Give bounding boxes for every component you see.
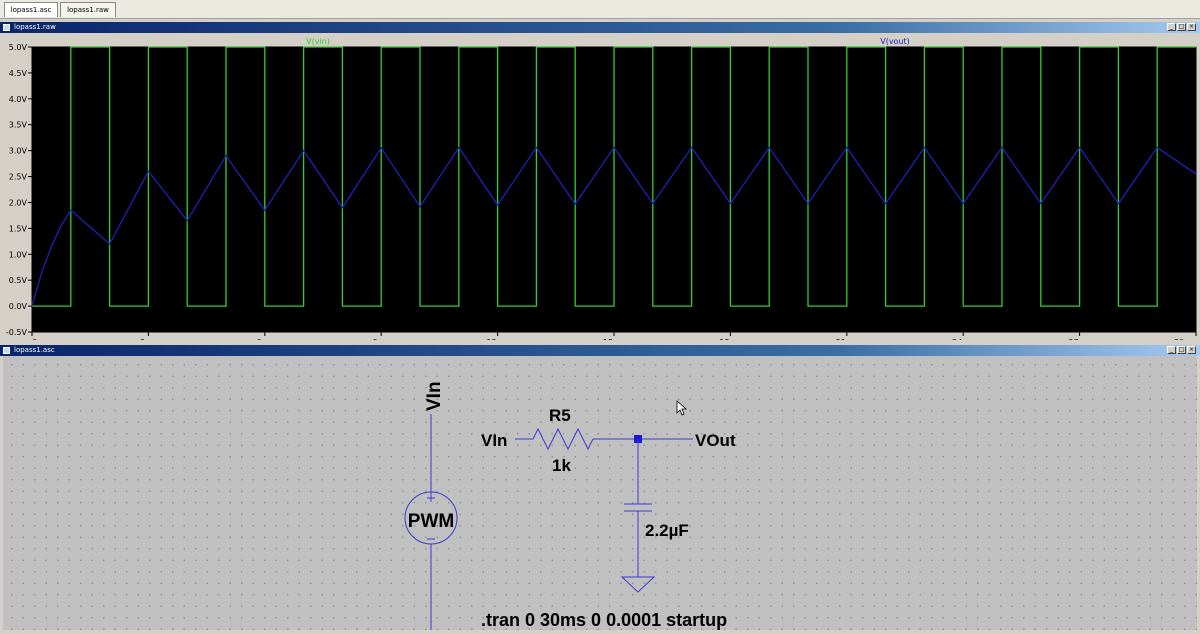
waveform-window-title: lopass1.raw <box>14 23 56 31</box>
schematic-window: lopass1.asc _ □ × VIn PWM VIn R5 1k VOut… <box>0 345 1200 630</box>
x-tick-label: 30ms <box>1174 338 1196 340</box>
net-label-vin[interactable]: VIn <box>481 431 507 450</box>
waveform-plot-area[interactable]: 5.0V 4.5V 4.0V 3.5V 3.0V 2.5V 2.0V 1.5V 1.0V 0.5V… <box>0 33 1200 347</box>
restore-button[interactable]: □ <box>1177 346 1186 354</box>
x-tick-label: 6ms <box>256 338 273 340</box>
x-tick-label: 0ms <box>32 338 49 340</box>
x-tick-label: 15ms <box>603 338 625 340</box>
y-tick-label: 2.0V <box>9 198 28 207</box>
mouse-cursor-icon <box>676 400 688 416</box>
minimize-button[interactable]: _ <box>1167 346 1176 354</box>
resistor-r5[interactable] <box>532 427 594 451</box>
resistor-name-label[interactable]: R5 <box>549 406 571 425</box>
schematic-drawing[interactable]: VIn PWM VIn R5 1k VOut 2.2µF .tran 0 30m… <box>3 356 1197 630</box>
schematic-window-title: lopass1.asc <box>14 346 55 354</box>
net-label-vin-top[interactable]: VIn <box>424 381 445 411</box>
y-tick-label: 4.0V <box>9 95 28 104</box>
x-tick-label: 24ms <box>952 338 974 340</box>
capacitor-c1[interactable] <box>624 503 652 512</box>
y-tick-label: 1.5V <box>9 224 28 233</box>
y-tick-label: -0.5V <box>6 328 28 337</box>
tab-waveform[interactable]: lopass1.raw <box>60 2 116 17</box>
window-system-icon[interactable] <box>3 347 10 354</box>
x-tick-label: 18ms <box>719 338 741 340</box>
x-tick-label: 3ms <box>140 338 157 340</box>
x-tick-label: 27ms <box>1069 338 1091 340</box>
window-system-icon[interactable] <box>3 24 10 31</box>
y-tick-label: 4.5V <box>9 69 28 78</box>
source-value-label: PWM <box>408 511 454 532</box>
net-label-vout[interactable]: VOut <box>695 431 736 450</box>
pwm-voltage-source[interactable]: PWM <box>404 491 458 545</box>
waveform-title-bar[interactable]: lopass1.raw _ □ × <box>0 22 1200 33</box>
trace-label-vin[interactable]: V(vin) <box>306 37 330 46</box>
schematic-title-bar[interactable]: lopass1.asc _ □ × <box>0 345 1200 356</box>
schematic-canvas[interactable]: VIn PWM VIn R5 1k VOut 2.2µF .tran 0 30m… <box>3 356 1197 630</box>
x-tick-label: 12ms <box>487 338 509 340</box>
capacitor-value-label[interactable]: 2.2µF <box>645 521 689 540</box>
y-tick-label: 2.5V <box>9 173 28 182</box>
minimize-button[interactable]: _ <box>1167 23 1176 31</box>
x-tick-label: 9ms <box>373 338 390 340</box>
y-tick-label: 3.5V <box>9 121 28 130</box>
close-button[interactable]: × <box>1187 346 1196 354</box>
restore-button[interactable]: □ <box>1177 23 1186 31</box>
ground-icon[interactable] <box>620 576 656 593</box>
tab-schematic[interactable]: lopass1.asc <box>4 2 58 17</box>
close-button[interactable]: × <box>1187 23 1196 31</box>
resistor-value-label[interactable]: 1k <box>552 456 571 475</box>
y-tick-label: 5.0V <box>9 43 28 52</box>
document-tab-bar: lopass1.asc lopass1.raw <box>0 0 1200 19</box>
y-tick-label: 0.5V <box>9 276 28 285</box>
y-tick-label: 1.0V <box>9 250 28 259</box>
spice-directive[interactable]: .tran 0 30ms 0 0.0001 startup <box>481 610 727 630</box>
waveform-chart[interactable]: 5.0V 4.5V 4.0V 3.5V 3.0V 2.5V 2.0V 1.5V 1.0V 0.5V… <box>0 33 1200 347</box>
trace-label-vout[interactable]: V(vout) <box>880 37 910 46</box>
y-tick-label: 0.0V <box>9 302 28 311</box>
y-tick-label: 3.0V <box>9 147 28 156</box>
waveform-window: lopass1.raw _ □ × 5.0V 4.5V 4.0V 3.5V 3.0V 2.… <box>0 22 1200 347</box>
x-tick-label: 21ms <box>836 338 858 340</box>
